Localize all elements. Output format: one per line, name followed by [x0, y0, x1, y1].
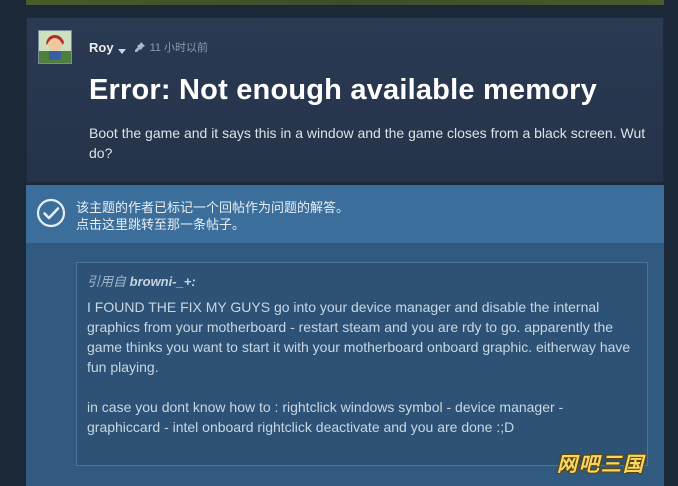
banner-line-1: 该主题的作者已标记一个回帖作为问题的解答。 — [76, 200, 350, 215]
author-row: Roy 11 小时以前 — [89, 38, 208, 56]
author-name[interactable]: Roy — [89, 40, 114, 55]
watermark-logo: 网吧三国 — [557, 453, 645, 476]
jump-to-answer-banner[interactable]: 该主题的作者已标记一个回帖作为问题的解答。 点击这里跳转至那一条帖子。 — [26, 185, 664, 243]
quote-paragraph: I FOUND THE FIX MY GUYS go into your dev… — [87, 299, 631, 375]
previous-post-edge — [26, 0, 664, 5]
banner-text: 该主题的作者已标记一个回帖作为问题的解答。 点击这里跳转至那一条帖子。 — [76, 199, 349, 233]
quote-paragraph: in case you dont know how to : rightclic… — [87, 399, 564, 435]
quote-body: I FOUND THE FIX MY GUYS go into your dev… — [87, 297, 637, 437]
pin-icon — [134, 41, 146, 53]
banner-line-2: 点击这里跳转至那一条帖子。 — [76, 217, 246, 232]
quote-prefix: 引用自 — [87, 274, 130, 289]
check-circle-icon — [36, 198, 66, 228]
answer-section: 该主题的作者已标记一个回帖作为问题的解答。 点击这里跳转至那一条帖子。 引用自 … — [26, 185, 664, 486]
post-body: Boot the game and it says this in a wind… — [89, 125, 646, 161]
quote-author[interactable]: browni-_+: — [130, 274, 196, 289]
quote-block: 引用自 browni-_+: I FOUND THE FIX MY GUYS g… — [76, 262, 648, 466]
quote-header: 引用自 browni-_+: — [87, 273, 637, 291]
author-avatar[interactable] — [38, 30, 72, 64]
post-timestamp: 11 小时以前 — [149, 42, 209, 54]
chevron-down-icon[interactable] — [117, 43, 126, 54]
original-post: Roy 11 小时以前 Error: Not enough available … — [26, 17, 664, 183]
page-title: Error: Not enough available memory — [89, 74, 597, 106]
